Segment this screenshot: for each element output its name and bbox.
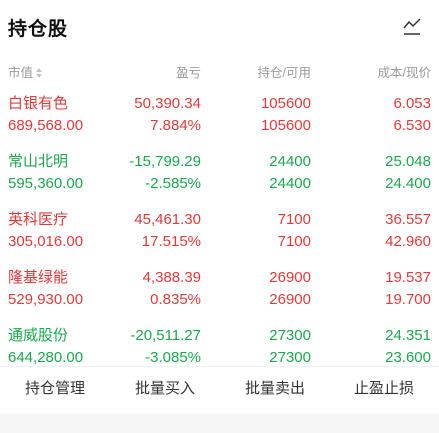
stock-name: 英科医疗 — [8, 211, 69, 228]
stock-name: 通威股份 — [8, 327, 69, 344]
cost-price: 19.537 — [385, 269, 431, 286]
batch-sell-button[interactable]: 批量卖出 — [220, 375, 330, 403]
available-quantity: 7100 — [277, 233, 311, 250]
available-quantity: 26900 — [269, 291, 311, 308]
header-market-value-label: 市值 — [8, 66, 34, 80]
stock-name: 隆基绿能 — [8, 269, 69, 286]
holding-row[interactable]: 英科医疗 305,016.00 45,461.30 17.515% 7100 7… — [0, 204, 439, 262]
holding-quantity: 24400 — [269, 153, 311, 170]
column-header-row: 市值 盈亏 持仓/可用 成本/现价 — [0, 58, 439, 84]
market-value: 644,280.00 — [8, 349, 84, 366]
market-value: 305,016.00 — [8, 233, 84, 250]
profit-loss-percent: -2.585% — [145, 175, 201, 192]
header-cost-price: 成本/现价 — [377, 66, 431, 80]
profit-loss-amount: -15,799.29 — [129, 153, 201, 170]
bottom-divider — [0, 414, 439, 433]
batch-buy-button[interactable]: 批量买入 — [110, 375, 220, 403]
cost-price: 36.557 — [385, 211, 431, 228]
holding-quantity: 27300 — [269, 327, 311, 344]
profit-loss-amount: 4,388.39 — [142, 269, 201, 286]
cost-price: 6.053 — [393, 95, 431, 112]
profit-loss-amount: 50,390.34 — [134, 95, 201, 112]
available-quantity: 105600 — [260, 117, 311, 134]
current-price: 42.960 — [385, 233, 431, 250]
profit-loss-amount: -20,511.27 — [130, 327, 201, 344]
holding-quantity: 7100 — [277, 211, 311, 228]
stock-name: 常山北明 — [8, 153, 69, 170]
profit-loss-percent: -3.085% — [145, 349, 201, 366]
holding-row[interactable]: 隆基绿能 529,930.00 4,388.39 0.835% 26900 26… — [0, 262, 439, 320]
stock-name: 白银有色 — [8, 95, 69, 112]
current-price: 19.700 — [385, 291, 431, 308]
title-bar: 持仓股 — [0, 0, 439, 52]
header-position: 持仓/可用 — [257, 66, 311, 80]
holding-row[interactable]: 白银有色 689,568.00 50,390.34 7.884% 105600 … — [0, 88, 439, 146]
position-management-button[interactable]: 持仓管理 — [0, 375, 110, 403]
market-value: 595,360.00 — [8, 175, 84, 192]
cost-price: 25.048 — [385, 153, 431, 170]
available-quantity: 27300 — [269, 349, 311, 366]
available-quantity: 24400 — [269, 175, 311, 192]
line-chart-icon[interactable] — [401, 16, 423, 38]
header-profit-loss: 盈亏 — [175, 66, 201, 80]
holding-quantity: 26900 — [269, 269, 311, 286]
page-title: 持仓股 — [8, 19, 69, 40]
market-value: 529,930.00 — [8, 291, 84, 308]
current-price: 6.530 — [393, 117, 431, 134]
holding-quantity: 105600 — [260, 95, 311, 112]
header-market-value[interactable]: 市值 — [8, 62, 43, 81]
profit-loss-percent: 7.884% — [150, 117, 201, 134]
profit-loss-amount: 45,461.30 — [134, 211, 201, 228]
cost-price: 24.351 — [385, 327, 431, 344]
current-price: 23.600 — [385, 349, 431, 366]
holdings-list: 白银有色 689,568.00 50,390.34 7.884% 105600 … — [0, 88, 439, 378]
profit-loss-percent: 17.515% — [141, 233, 201, 250]
holding-row[interactable]: 常山北明 595,360.00 -15,799.29 -2.585% 24400… — [0, 146, 439, 204]
profit-loss-percent: 0.835% — [150, 291, 201, 308]
sort-icon — [36, 68, 43, 78]
current-price: 24.400 — [385, 175, 431, 192]
action-bar: 持仓管理 批量买入 批量卖出 止盈止损 — [0, 366, 439, 410]
market-value: 689,568.00 — [8, 117, 84, 134]
stop-profit-loss-button[interactable]: 止盈止损 — [329, 375, 439, 403]
